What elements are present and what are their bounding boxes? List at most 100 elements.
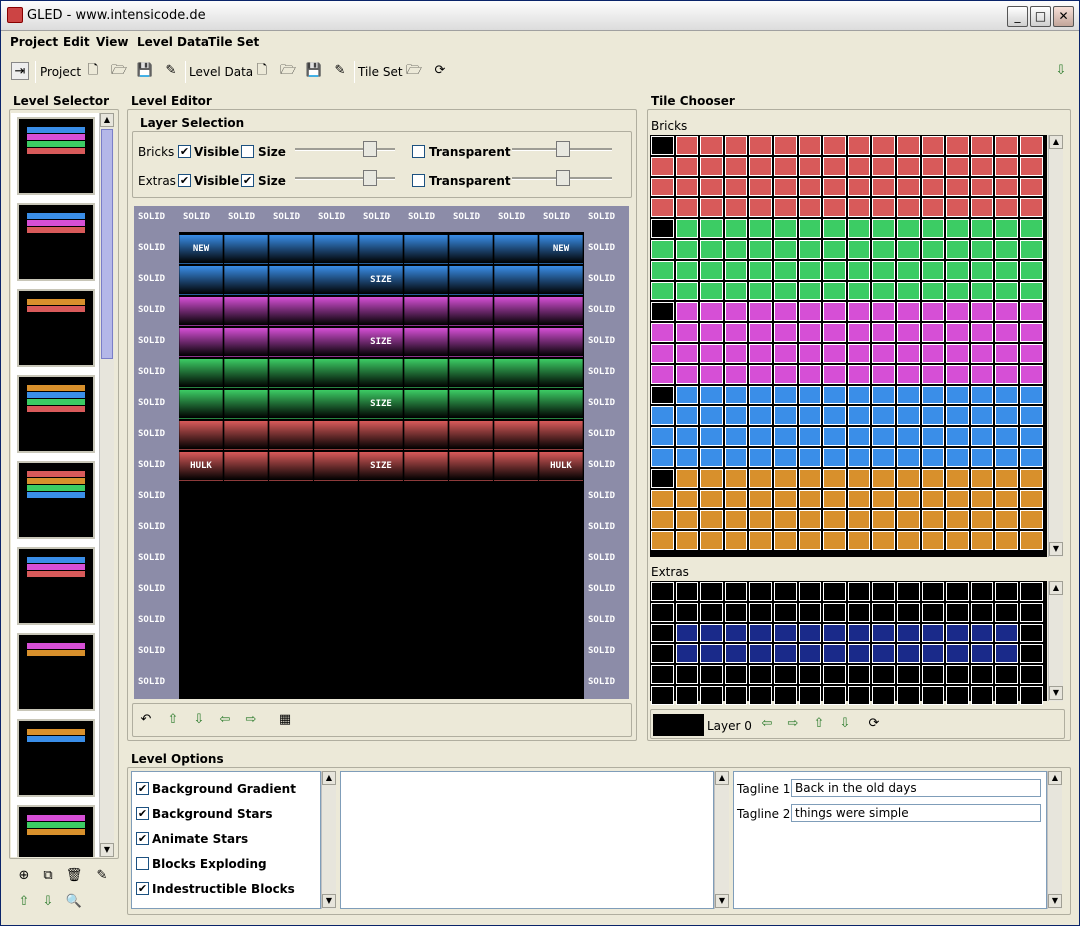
- tile[interactable]: [872, 260, 895, 280]
- tile[interactable]: [847, 448, 871, 467]
- slider-knob[interactable]: [556, 170, 570, 186]
- tile[interactable]: [749, 219, 772, 238]
- save-project-icon[interactable]: 💾: [136, 62, 154, 80]
- brick-tile[interactable]: [314, 389, 358, 419]
- tile[interactable]: [946, 260, 969, 280]
- tile[interactable]: [970, 489, 994, 509]
- tile[interactable]: [872, 281, 895, 301]
- brick-tile[interactable]: [179, 296, 223, 326]
- tile[interactable]: [749, 281, 772, 301]
- tile[interactable]: [823, 156, 846, 176]
- brick-tile[interactable]: [269, 358, 313, 388]
- solid-tile[interactable]: SOLID: [183, 212, 210, 222]
- tile[interactable]: [847, 260, 871, 280]
- solid-tile[interactable]: SOLID: [588, 584, 615, 594]
- scroll-up-icon[interactable]: ▲: [100, 113, 114, 127]
- tile[interactable]: [897, 177, 920, 197]
- solid-tile[interactable]: SOLID: [273, 212, 300, 222]
- brick-tile[interactable]: [224, 234, 268, 264]
- tile[interactable]: [724, 136, 748, 155]
- tile[interactable]: [823, 531, 846, 550]
- tile[interactable]: [970, 686, 994, 705]
- tile[interactable]: [749, 531, 772, 550]
- tile[interactable]: [798, 219, 822, 238]
- solid-tile[interactable]: SOLID: [588, 646, 615, 656]
- tile[interactable]: [823, 623, 846, 643]
- solid-tile[interactable]: SOLID: [588, 522, 615, 532]
- tile[interactable]: [872, 177, 895, 197]
- tile[interactable]: [995, 623, 1018, 643]
- tile[interactable]: [946, 531, 969, 550]
- tile[interactable]: [749, 385, 772, 405]
- tile[interactable]: [749, 260, 772, 280]
- tile[interactable]: [700, 406, 723, 426]
- tile[interactable]: [675, 448, 699, 467]
- scroll-thumb[interactable]: [101, 129, 113, 359]
- tile[interactable]: [774, 156, 797, 176]
- tile[interactable]: [946, 364, 969, 384]
- tile[interactable]: [872, 302, 895, 322]
- solid-tile[interactable]: SOLID: [138, 522, 165, 532]
- tile[interactable]: [798, 489, 822, 509]
- tile[interactable]: [897, 364, 920, 384]
- solid-tile[interactable]: SOLID: [588, 305, 615, 315]
- menu-project[interactable]: Project: [10, 35, 58, 49]
- shift-left-icon[interactable]: ⇦: [216, 711, 234, 729]
- tile[interactable]: [700, 510, 723, 530]
- tile[interactable]: [798, 240, 822, 259]
- solid-tile[interactable]: SOLID: [588, 615, 615, 625]
- option-checkbox[interactable]: ✔: [136, 782, 149, 795]
- tile[interactable]: [1020, 510, 1043, 530]
- menu-level-data[interactable]: Level Data: [137, 35, 209, 49]
- tile[interactable]: [651, 344, 674, 363]
- tile[interactable]: [798, 665, 822, 684]
- tile[interactable]: [872, 489, 895, 509]
- tile[interactable]: [921, 344, 945, 363]
- brick-tile[interactable]: [404, 389, 448, 419]
- solid-tile[interactable]: SOLID: [588, 398, 615, 408]
- detail-scrollbar[interactable]: ▲ ▼: [714, 771, 729, 909]
- tile[interactable]: [651, 198, 674, 218]
- tile[interactable]: [651, 510, 674, 530]
- solid-tile[interactable]: SOLID: [588, 553, 615, 563]
- brick-tile[interactable]: SIZE: [359, 451, 403, 481]
- tile[interactable]: [651, 489, 674, 509]
- tile[interactable]: [749, 364, 772, 384]
- tile[interactable]: [798, 385, 822, 405]
- tile[interactable]: [995, 364, 1018, 384]
- tile[interactable]: [651, 406, 674, 426]
- grid-icon[interactable]: ▦: [276, 711, 294, 729]
- tile[interactable]: [1020, 281, 1043, 301]
- solid-tile[interactable]: SOLID: [138, 553, 165, 563]
- brick-tile[interactable]: [449, 389, 493, 419]
- solid-tile[interactable]: SOLID: [138, 646, 165, 656]
- tile[interactable]: [1020, 136, 1043, 155]
- tile[interactable]: [946, 468, 969, 488]
- tile[interactable]: [798, 302, 822, 322]
- brick-tile[interactable]: [314, 358, 358, 388]
- solid-tile[interactable]: SOLID: [138, 615, 165, 625]
- solid-tile[interactable]: SOLID: [138, 336, 165, 346]
- tile[interactable]: [675, 644, 699, 664]
- tile[interactable]: [921, 582, 945, 601]
- option-checkbox[interactable]: [136, 857, 149, 870]
- brick-tile[interactable]: [494, 451, 538, 481]
- tile[interactable]: [1020, 156, 1043, 176]
- save-as-project-icon[interactable]: ✎: [162, 62, 180, 80]
- tile[interactable]: [847, 531, 871, 550]
- tile[interactable]: [946, 602, 969, 622]
- tile[interactable]: [651, 665, 674, 684]
- tile[interactable]: [651, 219, 674, 238]
- level-thumbnail[interactable]: [17, 375, 95, 453]
- tile[interactable]: [946, 427, 969, 446]
- tile[interactable]: [970, 602, 994, 622]
- scroll-up-icon[interactable]: ▲: [1048, 771, 1062, 785]
- tile[interactable]: [724, 448, 748, 467]
- tile[interactable]: [897, 644, 920, 664]
- brick-tile[interactable]: [449, 358, 493, 388]
- close-button[interactable]: ✕: [1053, 6, 1074, 27]
- tile[interactable]: [897, 510, 920, 530]
- tile[interactable]: [774, 260, 797, 280]
- move-level-up-icon[interactable]: ⇧: [15, 893, 33, 911]
- brick-tile[interactable]: [269, 265, 313, 295]
